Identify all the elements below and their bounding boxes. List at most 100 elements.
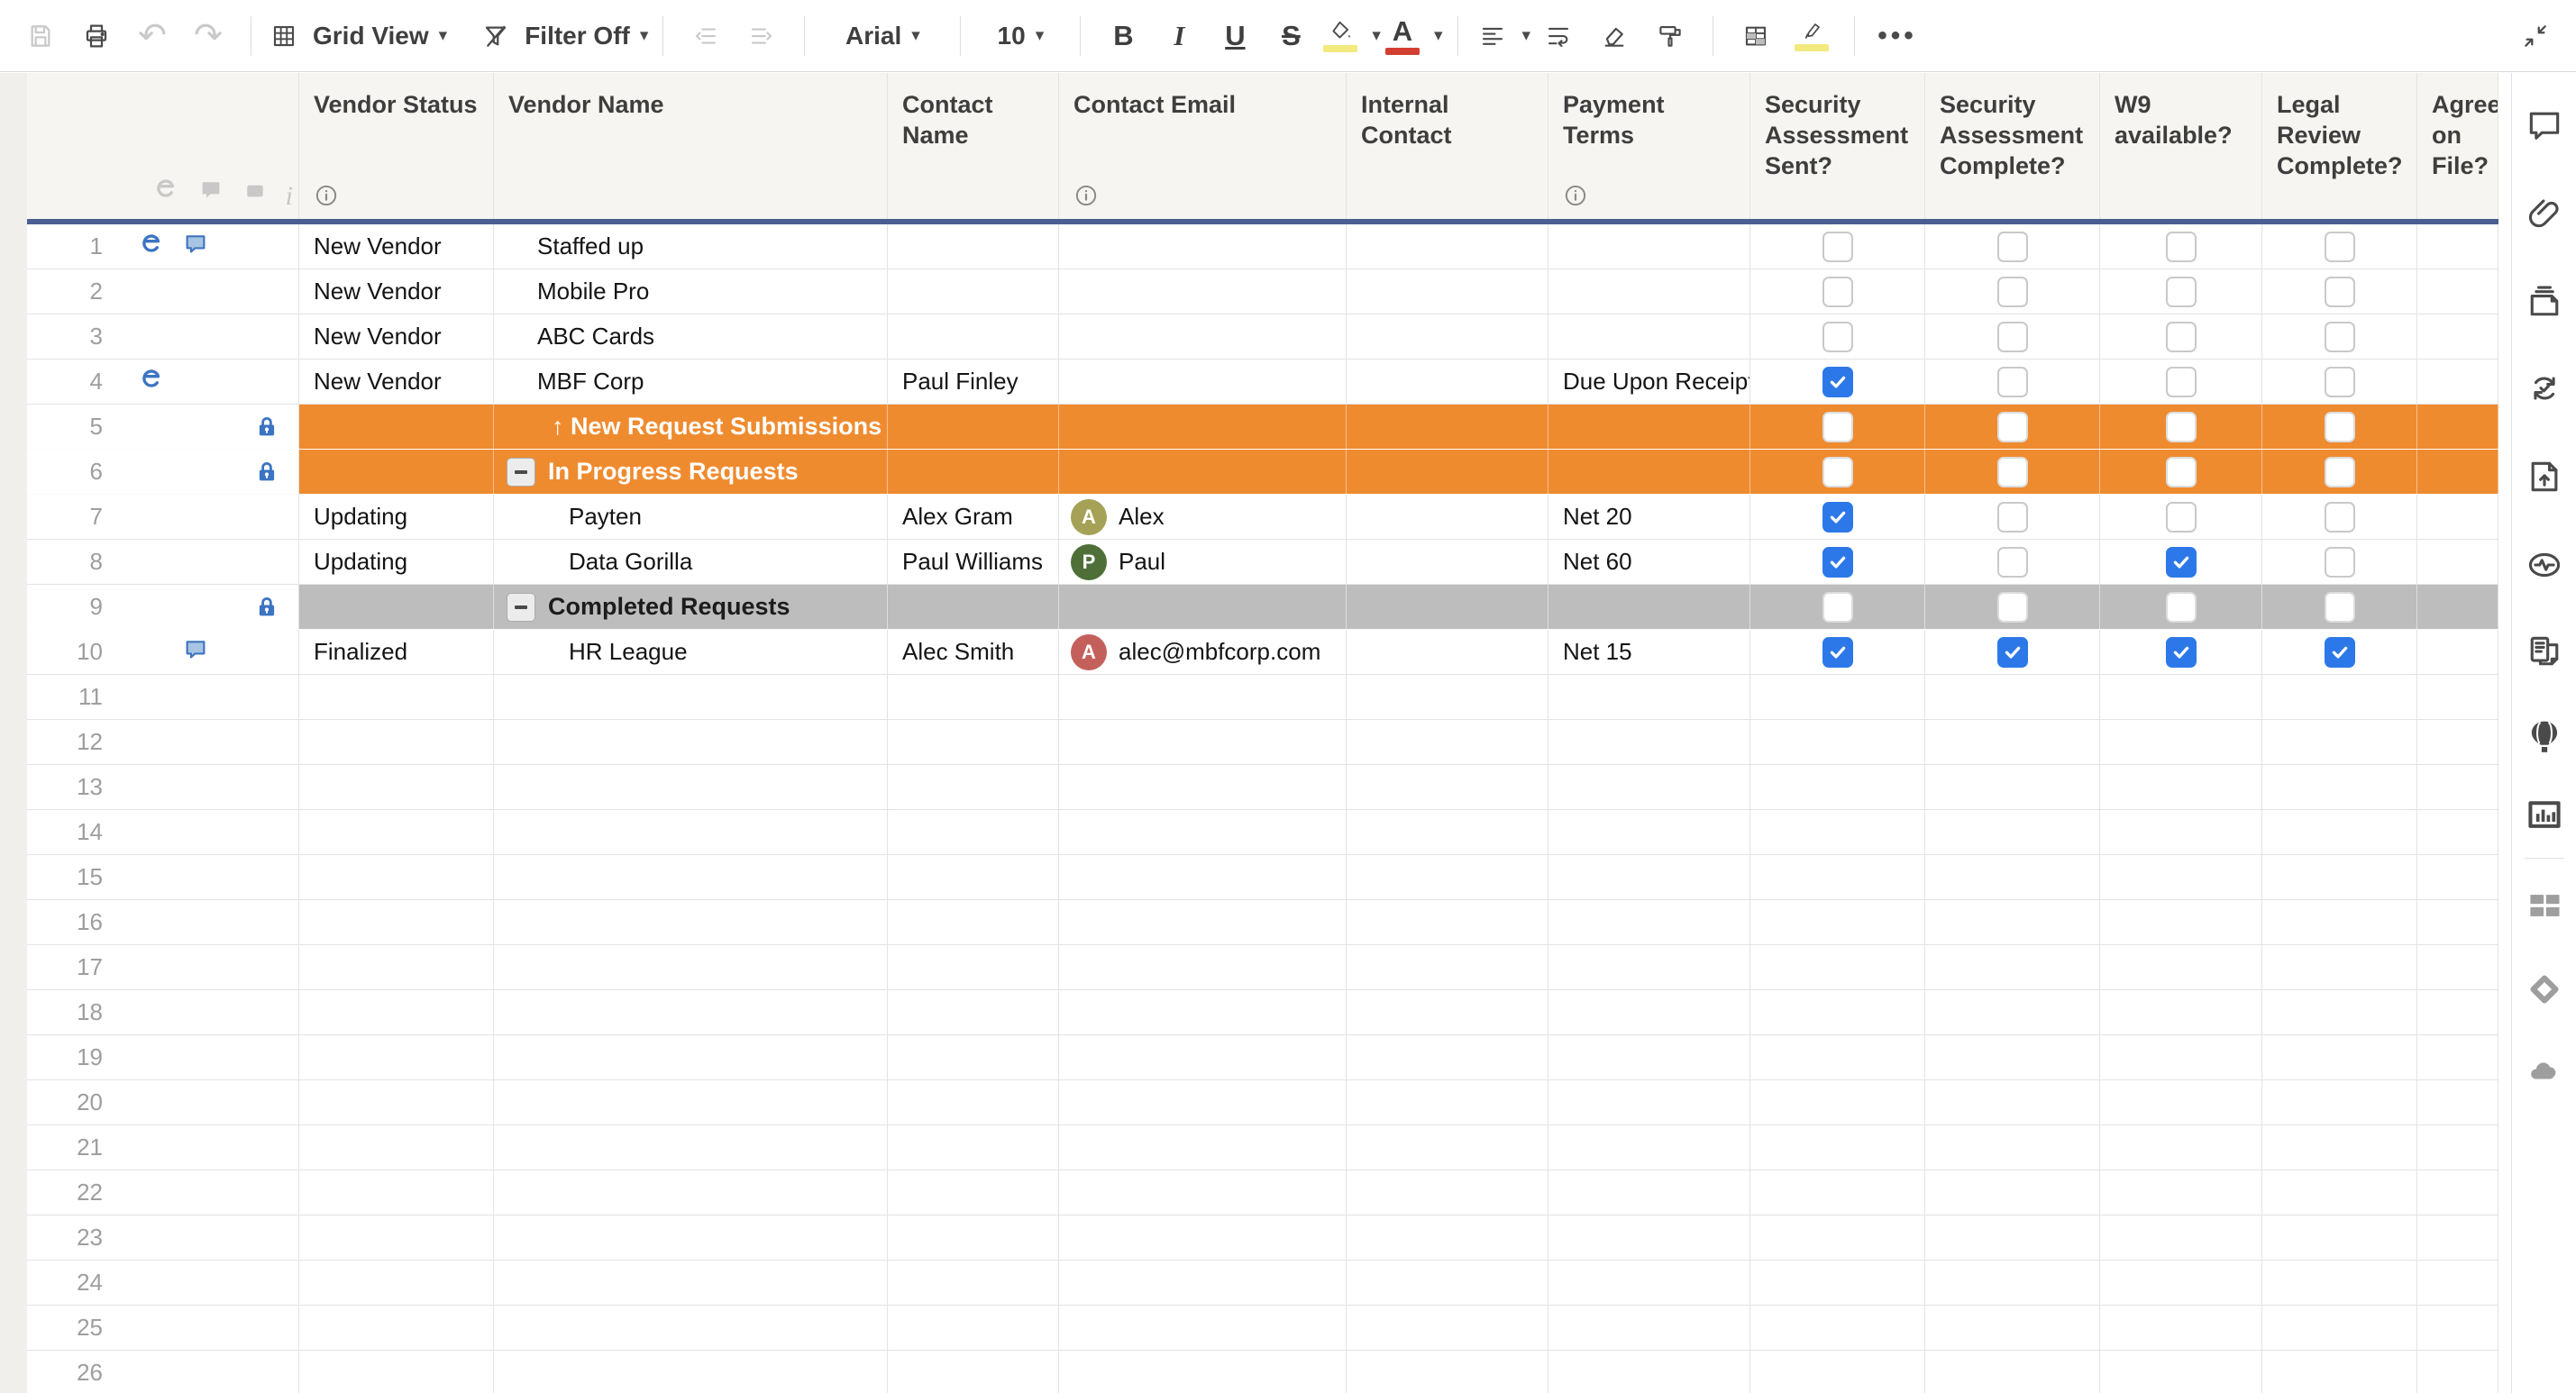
cell-contact-name[interactable]: [888, 855, 1059, 899]
cell-vendor-status[interactable]: Updating: [299, 540, 494, 584]
cell-vendor-name[interactable]: Data Gorilla: [494, 540, 888, 584]
row-number[interactable]: 7: [27, 503, 103, 531]
cell-security-sent[interactable]: [1750, 990, 1925, 1034]
cell-security-sent[interactable]: [1750, 405, 1925, 449]
cell-agreement[interactable]: [2417, 675, 2498, 719]
cell-internal-contact[interactable]: [1347, 630, 1548, 674]
cell-contact-name[interactable]: [888, 1306, 1059, 1350]
comment-icon[interactable]: [182, 231, 209, 262]
cell-legal-review[interactable]: [2262, 1080, 2417, 1124]
cell-legal-review[interactable]: [2262, 675, 2417, 719]
cell-internal-contact[interactable]: [1347, 945, 1548, 989]
collapse-section-button[interactable]: [507, 592, 535, 622]
cell-contact-name[interactable]: [888, 810, 1059, 854]
cell-vendor-status[interactable]: [299, 990, 494, 1034]
cell-security-sent[interactable]: [1750, 765, 1925, 809]
cell-payment-terms[interactable]: Due Upon Receipt: [1548, 360, 1750, 404]
checkbox-w9-unchecked[interactable]: [2165, 231, 2197, 262]
cell-vendor-name[interactable]: In Progress Requests: [494, 450, 888, 494]
cell-security-complete[interactable]: [1925, 945, 2100, 989]
checkbox-legal-review-unchecked[interactable]: [2324, 276, 2355, 307]
cell-vendor-name[interactable]: [494, 765, 888, 809]
cell-contact-email[interactable]: [1059, 1261, 1347, 1305]
column-header-internal-contact[interactable]: Internal Contact: [1347, 73, 1548, 219]
cell-vendor-status[interactable]: New Vendor: [299, 269, 494, 314]
sidebar-update-requests-icon[interactable]: [2524, 368, 2565, 409]
cell-vendor-name[interactable]: [494, 675, 888, 719]
cell-contact-email[interactable]: Aalec@mbfcorp.com: [1059, 630, 1347, 674]
cell-contact-name[interactable]: [888, 1170, 1059, 1215]
cell-legal-review[interactable]: [2262, 360, 2417, 404]
cell-payment-terms[interactable]: [1548, 675, 1750, 719]
checkbox-security-complete-unchecked[interactable]: [1996, 411, 2028, 442]
cell-contact-name[interactable]: [888, 1351, 1059, 1393]
cell-vendor-status[interactable]: [299, 405, 494, 449]
checkbox-security-complete-unchecked[interactable]: [1996, 366, 2028, 397]
checkbox-security-sent-unchecked[interactable]: [1822, 321, 1853, 352]
cell-security-sent[interactable]: [1750, 1261, 1925, 1305]
cell-internal-contact[interactable]: [1347, 360, 1548, 404]
cell-contact-name[interactable]: [888, 945, 1059, 989]
cell-payment-terms[interactable]: [1548, 1035, 1750, 1079]
cell-payment-terms[interactable]: Net 60: [1548, 540, 1750, 584]
cell-security-sent[interactable]: [1750, 810, 1925, 854]
cell-vendor-status[interactable]: [299, 450, 494, 494]
attachment-icon[interactable]: [136, 230, 165, 263]
cell-vendor-name[interactable]: [494, 1306, 888, 1350]
cell-vendor-name[interactable]: ↑ New Request Submissions: [494, 405, 888, 449]
cell-w9[interactable]: [2100, 765, 2262, 809]
checkbox-security-sent-unchecked[interactable]: [1822, 456, 1853, 487]
cell-security-complete[interactable]: [1925, 269, 2100, 314]
cell-legal-review[interactable]: [2262, 1035, 2417, 1079]
column-header-contact-email[interactable]: Contact Email: [1059, 73, 1347, 219]
cell-payment-terms[interactable]: [1548, 224, 1750, 269]
cell-internal-contact[interactable]: [1347, 269, 1548, 314]
sidebar-publish-icon[interactable]: [2524, 456, 2565, 497]
cell-security-complete[interactable]: [1925, 900, 2100, 944]
print-button[interactable]: [69, 9, 124, 63]
cell-contact-email[interactable]: [1059, 990, 1347, 1034]
comment-icon[interactable]: [182, 636, 209, 668]
cell-w9[interactable]: [2100, 945, 2262, 989]
sidebar-sheet-summary-icon[interactable]: [2524, 631, 2565, 672]
cell-contact-email[interactable]: [1059, 269, 1347, 314]
view-selector[interactable]: Grid View ▾: [266, 9, 447, 63]
cell-vendor-name[interactable]: Completed Requests: [494, 585, 888, 629]
sidebar-connector-grid-icon[interactable]: [2524, 885, 2565, 926]
cell-payment-terms[interactable]: [1548, 810, 1750, 854]
checkbox-security-sent-unchecked[interactable]: [1822, 231, 1853, 262]
cell-w9[interactable]: [2100, 1261, 2262, 1305]
checkbox-security-sent-checked[interactable]: [1822, 636, 1853, 668]
cell-legal-review[interactable]: [2262, 1125, 2417, 1170]
cell-contact-email[interactable]: [1059, 1306, 1347, 1350]
cell-vendor-name[interactable]: [494, 1035, 888, 1079]
cell-legal-review[interactable]: [2262, 540, 2417, 584]
cell-security-sent[interactable]: [1750, 900, 1925, 944]
cell-contact-name[interactable]: Alex Gram: [888, 495, 1059, 539]
cell-w9[interactable]: [2100, 675, 2262, 719]
cell-contact-email[interactable]: [1059, 1080, 1347, 1124]
cell-vendor-status[interactable]: [299, 855, 494, 899]
cell-internal-contact[interactable]: [1347, 585, 1548, 629]
checkbox-w9-unchecked[interactable]: [2165, 456, 2197, 487]
row-number[interactable]: 3: [27, 323, 103, 351]
more-button[interactable]: •••: [1869, 9, 1925, 63]
cell-contact-email[interactable]: A Alex: [1059, 495, 1347, 539]
cell-contact-email[interactable]: [1059, 1125, 1347, 1170]
cell-contact-name[interactable]: [888, 314, 1059, 359]
cell-payment-terms[interactable]: [1548, 1080, 1750, 1124]
column-header-contact-name[interactable]: Contact Name: [888, 73, 1059, 219]
cell-contact-email[interactable]: [1059, 900, 1347, 944]
cell-w9[interactable]: [2100, 314, 2262, 359]
collapse-section-button[interactable]: [507, 457, 535, 487]
strikethrough-button[interactable]: S: [1263, 9, 1319, 63]
cell-security-complete[interactable]: [1925, 675, 2100, 719]
cell-vendor-name[interactable]: [494, 855, 888, 899]
cell-legal-review[interactable]: [2262, 630, 2417, 674]
cell-security-sent[interactable]: [1750, 1125, 1925, 1170]
cell-vendor-status[interactable]: [299, 1261, 494, 1305]
cell-agreement[interactable]: [2417, 224, 2498, 269]
checkbox-security-sent-checked[interactable]: [1822, 546, 1853, 578]
gutter-header[interactable]: i: [27, 73, 299, 219]
cell-internal-contact[interactable]: [1347, 855, 1548, 899]
